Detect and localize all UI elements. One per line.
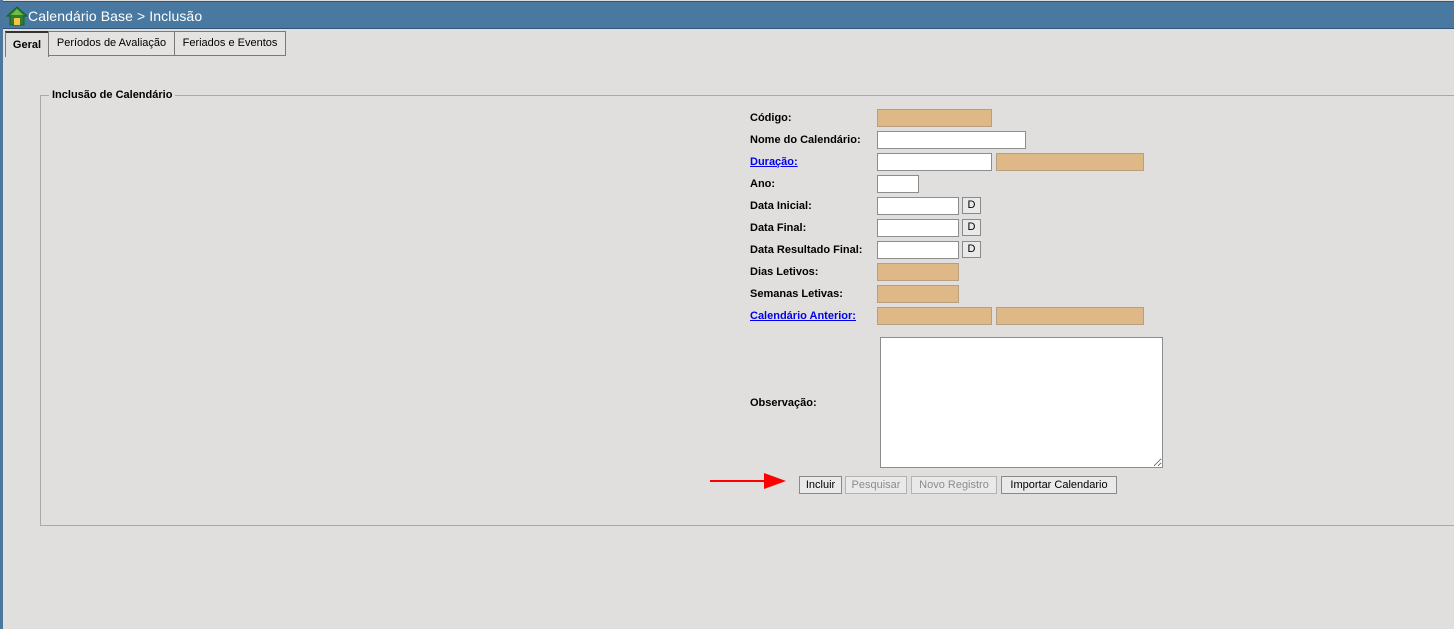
observacao-textarea[interactable]: [880, 337, 1163, 468]
data-resultado-final-label: Data Resultado Final:: [750, 244, 863, 256]
incluir-button[interactable]: Incluir: [799, 476, 842, 494]
tab-feriados-e-eventos[interactable]: Feriados e Eventos: [174, 31, 286, 56]
form-legend: Inclusão de Calendário: [49, 89, 176, 101]
observacao-label: Observação:: [750, 397, 817, 409]
semanas-letivas-label: Semanas Letivas:: [750, 288, 843, 300]
tab-label: Geral: [12, 39, 42, 51]
data-resultado-final-date-picker-button[interactable]: D: [962, 241, 981, 258]
tab-geral[interactable]: Geral: [5, 31, 49, 57]
calendario-anterior-description-field: [996, 307, 1144, 325]
nome-label: Nome do Calendário:: [750, 134, 861, 146]
title-bar: Calendário Base > Inclusão: [3, 1, 1454, 29]
data-resultado-final-input[interactable]: [877, 241, 959, 259]
tab-label: Períodos de Avaliação: [56, 37, 167, 49]
app-house-icon: [6, 6, 28, 26]
data-final-input[interactable]: [877, 219, 959, 237]
dias-letivos-label: Dias Letivos:: [750, 266, 819, 278]
dias-letivos-field: [877, 263, 959, 281]
codigo-label: Código:: [750, 112, 792, 124]
calendario-anterior-code-field: [877, 307, 992, 325]
ano-input[interactable]: [877, 175, 919, 193]
pesquisar-button[interactable]: Pesquisar: [845, 476, 907, 494]
red-arrow-icon: [710, 473, 786, 489]
data-inicial-date-picker-button[interactable]: D: [962, 197, 981, 214]
codigo-field: [877, 109, 992, 127]
duracao-code-input[interactable]: [877, 153, 992, 171]
data-final-date-picker-button[interactable]: D: [962, 219, 981, 236]
tab-periodos-de-avaliacao[interactable]: Períodos de Avaliação: [48, 31, 175, 56]
nome-calendario-input[interactable]: [877, 131, 1026, 149]
data-final-label: Data Final:: [750, 222, 807, 234]
window-left-edge: [0, 0, 3, 629]
tab-label: Feriados e Eventos: [182, 37, 278, 49]
ano-label: Ano:: [750, 178, 776, 190]
duracao-description-field: [996, 153, 1144, 171]
window-title: Calendário Base > Inclusão: [28, 8, 203, 24]
data-inicial-label: Data Inicial:: [750, 200, 812, 212]
novo-registro-button[interactable]: Novo Registro: [911, 476, 997, 494]
calendario-anterior-link[interactable]: Calendário Anterior:: [750, 310, 856, 322]
duracao-link[interactable]: Duração:: [750, 156, 798, 168]
semanas-letivas-field: [877, 285, 959, 303]
form-fieldset: [40, 95, 1454, 526]
importar-calendario-button[interactable]: Importar Calendario: [1001, 476, 1117, 494]
data-inicial-input[interactable]: [877, 197, 959, 215]
